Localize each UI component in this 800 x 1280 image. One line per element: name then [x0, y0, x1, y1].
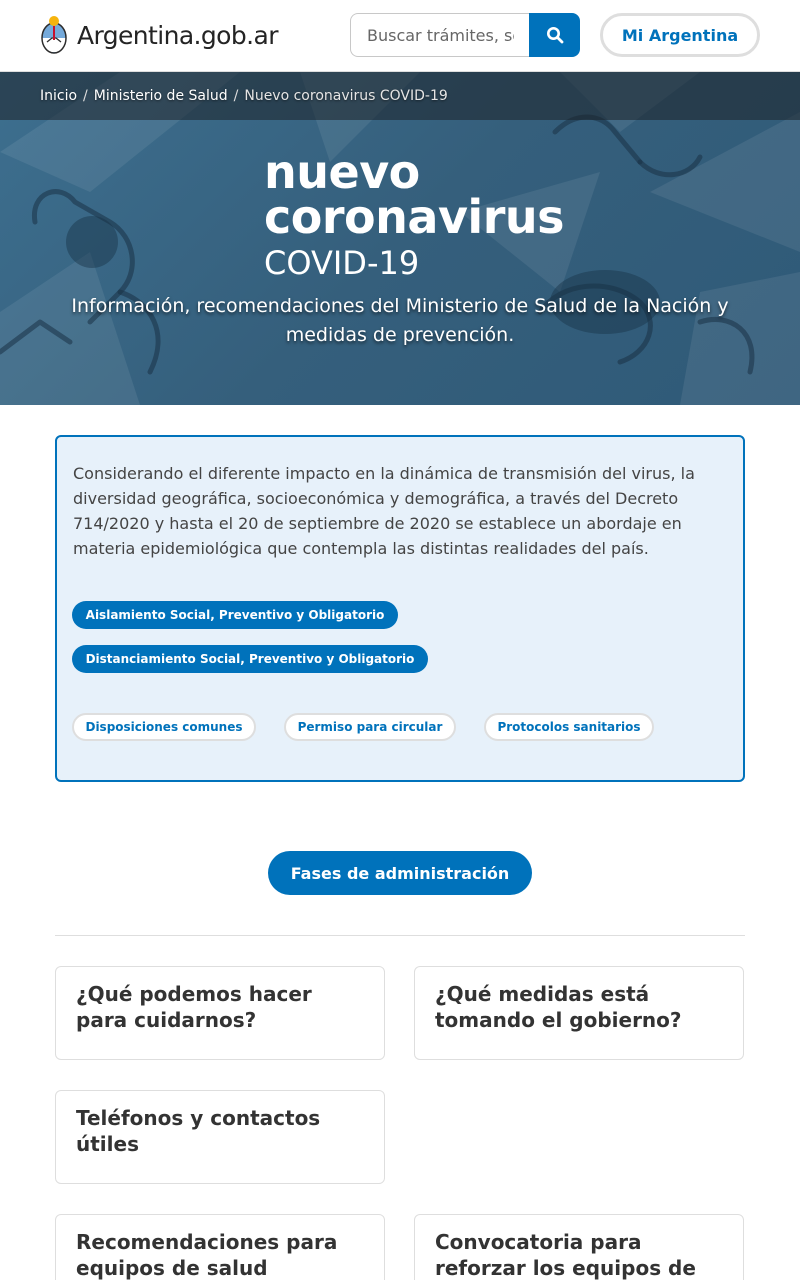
aislamiento-pill[interactable]: Aislamiento Social, Preventivo y Obligat… [72, 601, 398, 629]
brand-text: Argentina.gob.ar [77, 20, 278, 50]
page-title: nuevo coronavirus COVID-19 [264, 145, 565, 286]
breadcrumb-separator: / [233, 88, 239, 104]
card-recomendaciones[interactable]: Recomendaciones para equipos de salud [55, 1214, 385, 1280]
card-title: Teléfonos y contactos útiles [76, 1106, 321, 1156]
permiso-circular-pill[interactable]: Permiso para circular [284, 713, 456, 741]
mi-argentina-button[interactable]: Mi Argentina [600, 13, 760, 57]
card-title: ¿Qué medidas está tomando el gobierno? [435, 982, 682, 1032]
card-title: ¿Qué podemos hacer para cuidarnos? [76, 982, 312, 1032]
title-line-3: COVID-19 [264, 244, 420, 282]
brand-logo-link[interactable]: Argentina.gob.ar [40, 14, 278, 56]
alert-text: Considerando el diferente impacto en la … [73, 464, 695, 558]
fases-administracion-button[interactable]: Fases de administración [268, 851, 532, 895]
breadcrumb-item-ministerio[interactable]: Ministerio de Salud [94, 88, 228, 104]
disposiciones-comunes-pill[interactable]: Disposiciones comunes [72, 713, 256, 741]
card-title: Convocatoria para reforzar los equipos d… [435, 1230, 696, 1280]
card-title: Recomendaciones para equipos de salud [76, 1230, 338, 1280]
breadcrumb-separator: / [83, 88, 88, 104]
search-form [350, 13, 580, 57]
search-icon [546, 27, 563, 44]
info-alert-box: Considerando el diferente impacto en la … [55, 435, 745, 782]
breadcrumb-current: Nuevo coronavirus COVID-19 [244, 88, 448, 104]
argentina-emblem-icon [41, 16, 67, 54]
search-button[interactable] [529, 13, 580, 57]
card-medidas-gobierno[interactable]: ¿Qué medidas está tomando el gobierno? [414, 966, 744, 1060]
site-header: Argentina.gob.ar Mi Argentina [0, 0, 800, 72]
card-cuidarnos[interactable]: ¿Qué podemos hacer para cuidarnos? [55, 966, 385, 1060]
title-line-1: nuevo [264, 145, 420, 199]
title-line-2: coronavirus [264, 190, 565, 244]
distanciamiento-pill[interactable]: Distanciamiento Social, Preventivo y Obl… [72, 645, 428, 673]
hero-subtitle: Información, recomendaciones del Ministe… [71, 295, 729, 346]
section-divider [55, 935, 745, 936]
breadcrumb: Inicio / Ministerio de Salud / Nuevo cor… [0, 72, 800, 120]
protocolos-sanitarios-pill[interactable]: Protocolos sanitarios [484, 713, 654, 741]
hero-banner: Inicio / Ministerio de Salud / Nuevo cor… [0, 72, 800, 405]
breadcrumb-item-inicio[interactable]: Inicio [40, 88, 77, 104]
card-telefonos[interactable]: Teléfonos y contactos útiles [55, 1090, 385, 1184]
search-input[interactable] [350, 13, 530, 57]
card-convocatoria[interactable]: Convocatoria para reforzar los equipos d… [414, 1214, 744, 1280]
